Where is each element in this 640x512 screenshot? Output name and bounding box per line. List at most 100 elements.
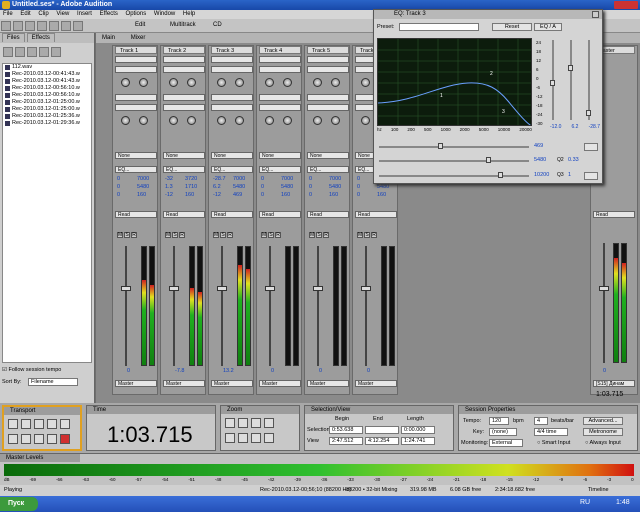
selection-end-field[interactable] [365, 426, 399, 434]
smart-input-radio[interactable]: ○ Smart Input [537, 440, 570, 446]
solo-button[interactable]: S [172, 232, 178, 238]
tool-icon[interactable] [61, 21, 71, 31]
menu-window[interactable]: Window [154, 11, 175, 17]
menu-edit[interactable]: Edit [20, 11, 30, 17]
volume-fader[interactable] [313, 286, 323, 291]
band2-gain-knob[interactable] [568, 65, 573, 71]
reset-button[interactable]: Reset [492, 23, 532, 31]
go-to-start-icon[interactable] [8, 434, 18, 444]
volume-fader[interactable] [361, 286, 371, 291]
band1-freq-knob[interactable] [438, 143, 443, 149]
volume-fader[interactable] [169, 286, 179, 291]
solo-button[interactable]: S [220, 232, 226, 238]
time-signature-select[interactable]: 4/4 time [534, 428, 568, 436]
track-output-route-select[interactable] [259, 66, 301, 73]
band1-shape-button[interactable] [584, 143, 598, 151]
send-volume-knob[interactable] [235, 116, 244, 125]
menu-file[interactable]: File [3, 11, 13, 17]
eq-button[interactable]: EQ... [259, 166, 301, 173]
zoom-out-vertical-icon[interactable] [238, 433, 248, 443]
fast-forward-icon[interactable] [34, 434, 44, 444]
tool-icon[interactable] [49, 21, 59, 31]
track-input-select[interactable] [115, 56, 157, 63]
band3-gain-slider[interactable] [588, 40, 590, 120]
pan-knob[interactable] [361, 78, 370, 87]
selection-length-field[interactable]: 0:00.000 [401, 426, 435, 434]
mute-button[interactable]: M [213, 232, 219, 238]
play-icon[interactable] [21, 419, 31, 429]
mute-button[interactable]: M [261, 232, 267, 238]
close-icon[interactable] [592, 11, 599, 18]
master-fader[interactable] [599, 286, 609, 291]
pan-knob[interactable] [313, 78, 322, 87]
automation-mode-select[interactable]: Read [355, 211, 397, 218]
send-pan-knob[interactable] [217, 116, 226, 125]
volume-knob[interactable] [139, 78, 148, 87]
send-pan-knob[interactable] [313, 116, 322, 125]
pan-knob[interactable] [169, 78, 178, 87]
import-icon[interactable] [15, 47, 25, 57]
selection-begin-field[interactable]: 0:53.638 [329, 426, 363, 434]
follow-tempo-checkbox[interactable]: ☑ Follow session tempo [2, 367, 61, 373]
band2-freq-slider[interactable] [379, 160, 529, 162]
effect-slot-select[interactable] [211, 94, 253, 101]
view-begin-field[interactable]: 2:47.512 [329, 437, 363, 445]
zoom-right-icon[interactable] [264, 433, 274, 443]
menu-view[interactable]: View [56, 11, 69, 17]
record-arm-button[interactable]: R [323, 232, 329, 238]
band3-shape-button[interactable] [584, 172, 598, 180]
list-item[interactable]: Rec-2010.03.12-01:25:00.w [3, 99, 91, 106]
language-indicator[interactable]: RU [580, 499, 590, 506]
master-automation-select[interactable]: Read [593, 211, 635, 218]
send-volume-knob[interactable] [283, 116, 292, 125]
mute-button[interactable]: M [165, 232, 171, 238]
eq-button[interactable]: EQ... [211, 166, 253, 173]
track-output-route-select[interactable] [307, 66, 349, 73]
band3-freq-knob[interactable] [498, 172, 503, 178]
track-name[interactable]: Track 1 [115, 46, 157, 54]
tab-main[interactable]: Main [102, 35, 115, 41]
metronome-button[interactable]: Metronome [583, 428, 623, 436]
volume-knob[interactable] [331, 78, 340, 87]
record-arm-button[interactable]: R [227, 232, 233, 238]
send-pan-knob[interactable] [169, 116, 178, 125]
list-item[interactable]: Rec-2010.03.12-00:56:10.w [3, 85, 91, 92]
edit-view-button[interactable]: Edit [135, 22, 145, 28]
band1-gain-knob[interactable] [550, 80, 555, 86]
track-name[interactable]: Track 4 [259, 46, 301, 54]
volume-fader[interactable] [265, 286, 275, 291]
list-item[interactable]: Rec-2010.03.12-01:25:00.w [3, 106, 91, 113]
sort-by-select[interactable]: Filename [28, 378, 78, 386]
tool-icon[interactable] [13, 21, 23, 31]
always-input-radio[interactable]: ○ Always Input [585, 440, 621, 446]
automation-mode-select[interactable]: Read [163, 211, 205, 218]
master-output-select[interactable]: [S15] Динам [593, 380, 635, 387]
beats-field[interactable]: 4 [534, 417, 548, 425]
start-button[interactable]: Пуск [0, 497, 38, 511]
play-from-cursor-icon[interactable] [47, 419, 57, 429]
eq-band-3[interactable]: 3 [502, 109, 505, 115]
tab-mixer[interactable]: Mixer [131, 35, 146, 41]
band3-gain-knob[interactable] [586, 110, 591, 116]
track-input-select[interactable] [163, 56, 205, 63]
tab-effects[interactable]: Effects [26, 33, 55, 42]
track-output-select[interactable]: Master [211, 380, 253, 387]
rewind-icon[interactable] [21, 434, 31, 444]
monitoring-select[interactable]: External [489, 439, 523, 447]
bus-select[interactable]: None [307, 152, 349, 159]
track-output-route-select[interactable] [211, 66, 253, 73]
eq-button[interactable]: EQ... [163, 166, 205, 173]
volume-knob[interactable] [235, 78, 244, 87]
send-pan-knob[interactable] [121, 116, 130, 125]
pause-icon[interactable] [34, 419, 44, 429]
tool-icon[interactable] [1, 21, 11, 31]
insert-icon[interactable] [51, 47, 61, 57]
bus-select[interactable]: None [115, 152, 157, 159]
list-item[interactable]: Rec-2010.03.12-00:41:43.w [3, 78, 91, 85]
track-name[interactable]: Track 2 [163, 46, 205, 54]
track-output-select[interactable]: Master [307, 380, 349, 387]
go-to-end-icon[interactable] [47, 434, 57, 444]
pan-knob[interactable] [217, 78, 226, 87]
menu-clip[interactable]: Clip [38, 11, 48, 17]
band3-freq-slider[interactable] [379, 175, 529, 177]
